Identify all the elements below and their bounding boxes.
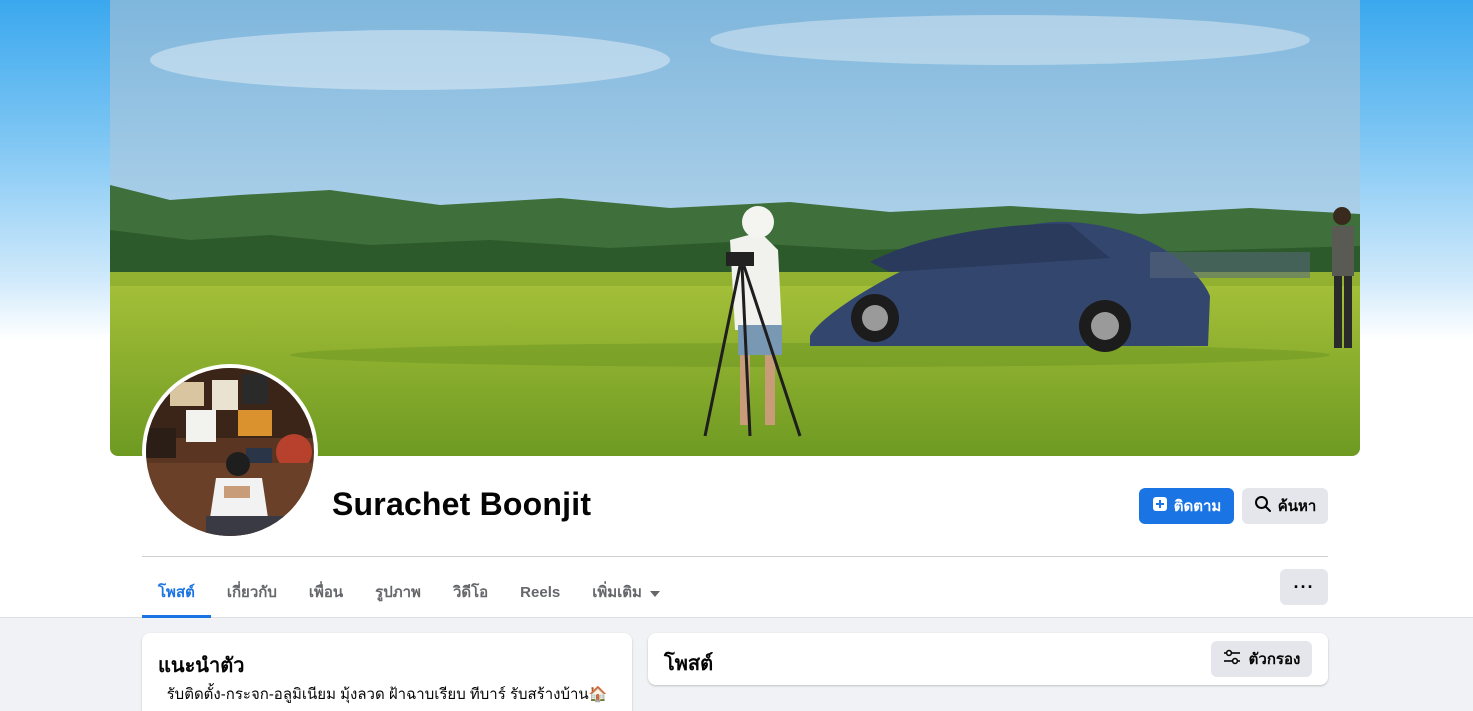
profile-picture-frame[interactable] bbox=[142, 364, 318, 540]
tab-about[interactable]: เกี่ยวกับ bbox=[211, 568, 293, 616]
profile-name: Surachet Boonjit bbox=[332, 486, 592, 522]
tab-label: รูปภาพ bbox=[375, 584, 421, 601]
tab-photos[interactable]: รูปภาพ bbox=[359, 568, 437, 616]
intro-title: แนะนำตัว bbox=[158, 655, 245, 677]
more-options-button[interactable]: ··· bbox=[1280, 569, 1328, 605]
tab-label: เกี่ยวกับ bbox=[226, 584, 277, 601]
tab-label: Reels bbox=[520, 583, 561, 601]
intro-card: แนะนำตัว รับติดตั้ง-กระจก-อลูมิเนียม มุ้… bbox=[142, 633, 632, 711]
tab-label: โพสต์ bbox=[158, 584, 195, 601]
tab-label: เพื่อน bbox=[308, 584, 344, 601]
filter-icon bbox=[1223, 649, 1241, 669]
tab-posts[interactable]: โพสต์ bbox=[142, 568, 211, 618]
follow-label: ติดตาม bbox=[1173, 498, 1222, 515]
tab-reels[interactable]: Reels bbox=[504, 568, 576, 616]
posts-title: โพสต์ bbox=[664, 653, 714, 675]
search-icon bbox=[1254, 495, 1272, 517]
tab-friends[interactable]: เพื่อน bbox=[293, 568, 359, 616]
tab-label: เพิ่มเติม bbox=[592, 584, 642, 601]
tab-label: วิดีโอ bbox=[452, 584, 489, 601]
intro-bio: รับติดตั้ง-กระจก-อลูมิเนียม มุ้งลวด ฝ้าฉ… bbox=[166, 686, 608, 703]
ellipsis-icon: ··· bbox=[1293, 576, 1315, 597]
follow-icon bbox=[1152, 496, 1168, 516]
tab-more[interactable]: เพิ่มเติม bbox=[576, 568, 676, 616]
search-profile-button[interactable]: ค้นหา bbox=[1242, 488, 1328, 524]
cover-photo[interactable] bbox=[110, 0, 1360, 456]
tab-videos[interactable]: วิดีโอ bbox=[437, 568, 504, 616]
search-label: ค้นหา bbox=[1277, 498, 1317, 515]
follow-button[interactable]: ติดตาม bbox=[1139, 488, 1234, 524]
header-divider bbox=[142, 556, 1328, 557]
profile-tabs: โพสต์ เกี่ยวกับ เพื่อน รูปภาพ วิดีโอ Ree… bbox=[142, 568, 676, 618]
filter-button[interactable]: ตัวกรอง bbox=[1211, 641, 1312, 677]
caret-down-icon bbox=[649, 584, 660, 601]
filter-label: ตัวกรอง bbox=[1248, 651, 1301, 668]
profile-avatar[interactable] bbox=[146, 368, 314, 536]
